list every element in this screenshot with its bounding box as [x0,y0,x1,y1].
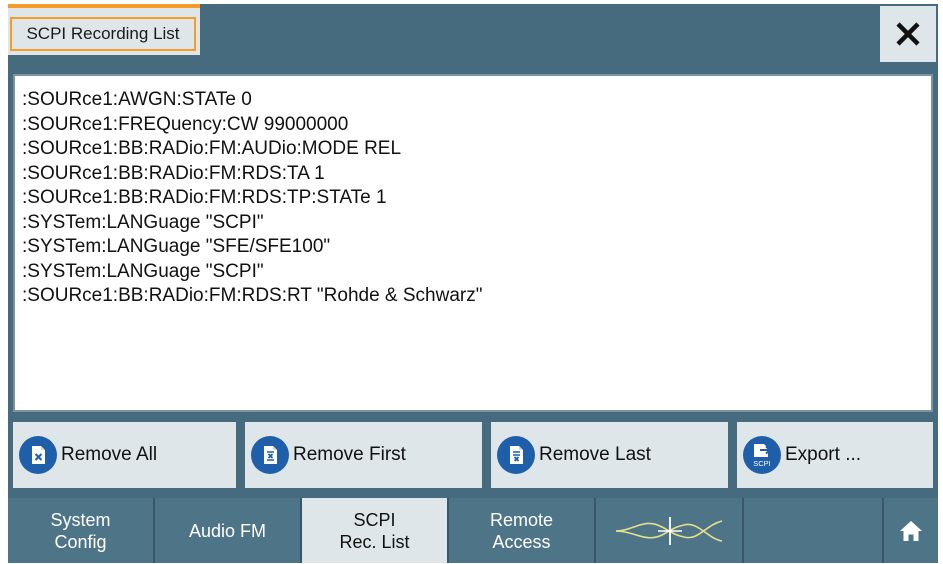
remove-last-icon [497,436,535,474]
remove-first-label: Remove First [293,444,406,465]
tab-system-config[interactable]: System Config [8,498,153,563]
svg-text:SCPI: SCPI [753,459,771,468]
tab-system-config-label-2: Config [54,531,107,552]
list-item[interactable]: :SYSTem:LANGuage "SCPI" [22,211,931,236]
remove-first-icon [251,436,289,474]
export-button[interactable]: SCPI Export ... [737,422,933,488]
remove-all-label: Remove All [61,444,158,465]
tab-remote-access[interactable]: Remote Access [449,498,594,563]
export-scpi-icon: SCPI [743,436,781,474]
list-item[interactable]: :SOURce1:BB:RADio:FM:RDS:TP:STATe 1 [22,186,931,211]
tab-system-config-label-1: System [50,509,111,530]
tab-signal-waveform[interactable] [596,498,742,563]
remove-last-button[interactable]: Remove Last [491,422,728,488]
list-item[interactable]: :SOURce1:FREQuency:CW 99000000 [22,113,931,138]
tab-remote-access-label-1: Remote [489,509,554,530]
title-tab: SCPI Recording List [8,4,200,55]
tab-audio-fm-label: Audio FM [188,520,267,541]
home-button[interactable] [884,498,938,563]
remove-last-label: Remove Last [539,444,651,465]
list-item[interactable]: :SOURce1:BB:RADio:FM:AUDio:MODE REL [22,137,931,162]
remove-all-button[interactable]: Remove All [13,422,236,488]
list-item[interactable]: :SOURce1:BB:RADio:FM:RDS:RT "Rohde & Sch… [22,284,931,309]
signal-waveform-icon [615,516,723,545]
list-item[interactable]: :SYSTem:LANGuage "SCPI" [22,260,931,285]
action-button-row: Remove All Remove First Remove Last SCPI… [13,422,933,488]
dialog-title: SCPI Recording List [10,17,196,51]
list-item[interactable]: :SYSTem:LANGuage "SFE/SFE100" [22,235,931,260]
tab-empty[interactable] [744,498,882,563]
tab-audio-fm[interactable]: Audio FM [155,498,300,563]
list-item[interactable]: :SOURce1:BB:RADio:FM:RDS:TA 1 [22,162,931,187]
close-button[interactable] [880,6,936,62]
remove-all-icon [19,436,57,474]
home-icon [900,520,922,541]
list-item[interactable]: :SOURce1:AWGN:STATe 0 [22,88,931,113]
tab-remote-access-label-2: Access [492,531,551,552]
close-x-icon [896,22,920,46]
export-label: Export ... [785,444,862,465]
tab-scpi-rec-list-label-1: SCPI [353,509,396,530]
tab-scpi-rec-list-label-2: Rec. List [339,531,410,552]
recording-list[interactable]: :SOURce1:AWGN:STATe 0 :SOURce1:FREQuency… [13,74,933,412]
scpi-recording-dialog: SCPI Recording List :SOURce1:AWGN:STATe … [8,4,938,563]
bottom-taskbar: System Config Audio FM SCPI Rec. List Re… [8,498,938,563]
tab-scpi-rec-list[interactable]: SCPI Rec. List [302,498,447,563]
remove-first-button[interactable]: Remove First [245,422,482,488]
